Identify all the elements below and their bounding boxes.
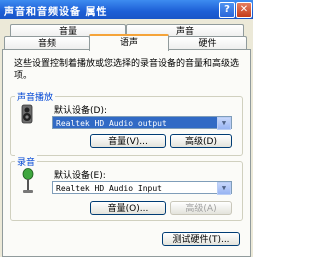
description-text: 这些设置控制着播放或您选择的录音设备的音量和高级选项。 bbox=[14, 59, 240, 81]
speaker-icon bbox=[17, 103, 37, 125]
recording-device-value: Realtek HD Audio Input bbox=[56, 184, 162, 193]
close-button[interactable]: ✕ bbox=[236, 2, 252, 18]
recording-volume-button[interactable]: 音量(O)... bbox=[90, 201, 166, 215]
test-hardware-button[interactable]: 测试硬件(T)... bbox=[162, 232, 240, 246]
playback-volume-button[interactable]: 音量(V)... bbox=[90, 134, 166, 148]
playback-group-label: 声音播放 bbox=[15, 90, 56, 103]
chevron-down-icon[interactable]: ▼ bbox=[217, 117, 231, 130]
tab-voice[interactable]: 语声 bbox=[89, 34, 169, 51]
recording-device-select[interactable]: Realtek HD Audio Input ▼ bbox=[52, 181, 232, 195]
microphone-icon bbox=[18, 168, 38, 196]
playback-device-select[interactable]: Realtek HD Audio output ▼ bbox=[52, 116, 232, 130]
playback-device-label: 默认设备(D): bbox=[54, 106, 107, 116]
playback-device-value: Realtek HD Audio output bbox=[56, 119, 167, 128]
window-title: 声音和音频设备 属性 bbox=[4, 7, 108, 18]
recording-device-label: 默认设备(E): bbox=[54, 171, 106, 181]
chevron-down-icon[interactable]: ▼ bbox=[217, 182, 231, 195]
properties-window: 声音和音频设备 属性 ? ✕ 音量 声音 音频 语声 硬件 这些设置控制着播放或… bbox=[0, 0, 253, 257]
playback-advanced-button[interactable]: 高级(D) bbox=[170, 134, 232, 148]
title-bar[interactable]: 声音和音频设备 属性 ? ✕ bbox=[0, 0, 253, 19]
recording-advanced-button[interactable]: 高级(A) bbox=[170, 201, 232, 215]
help-button[interactable]: ? bbox=[219, 2, 235, 18]
recording-group-label: 录音 bbox=[15, 155, 38, 168]
